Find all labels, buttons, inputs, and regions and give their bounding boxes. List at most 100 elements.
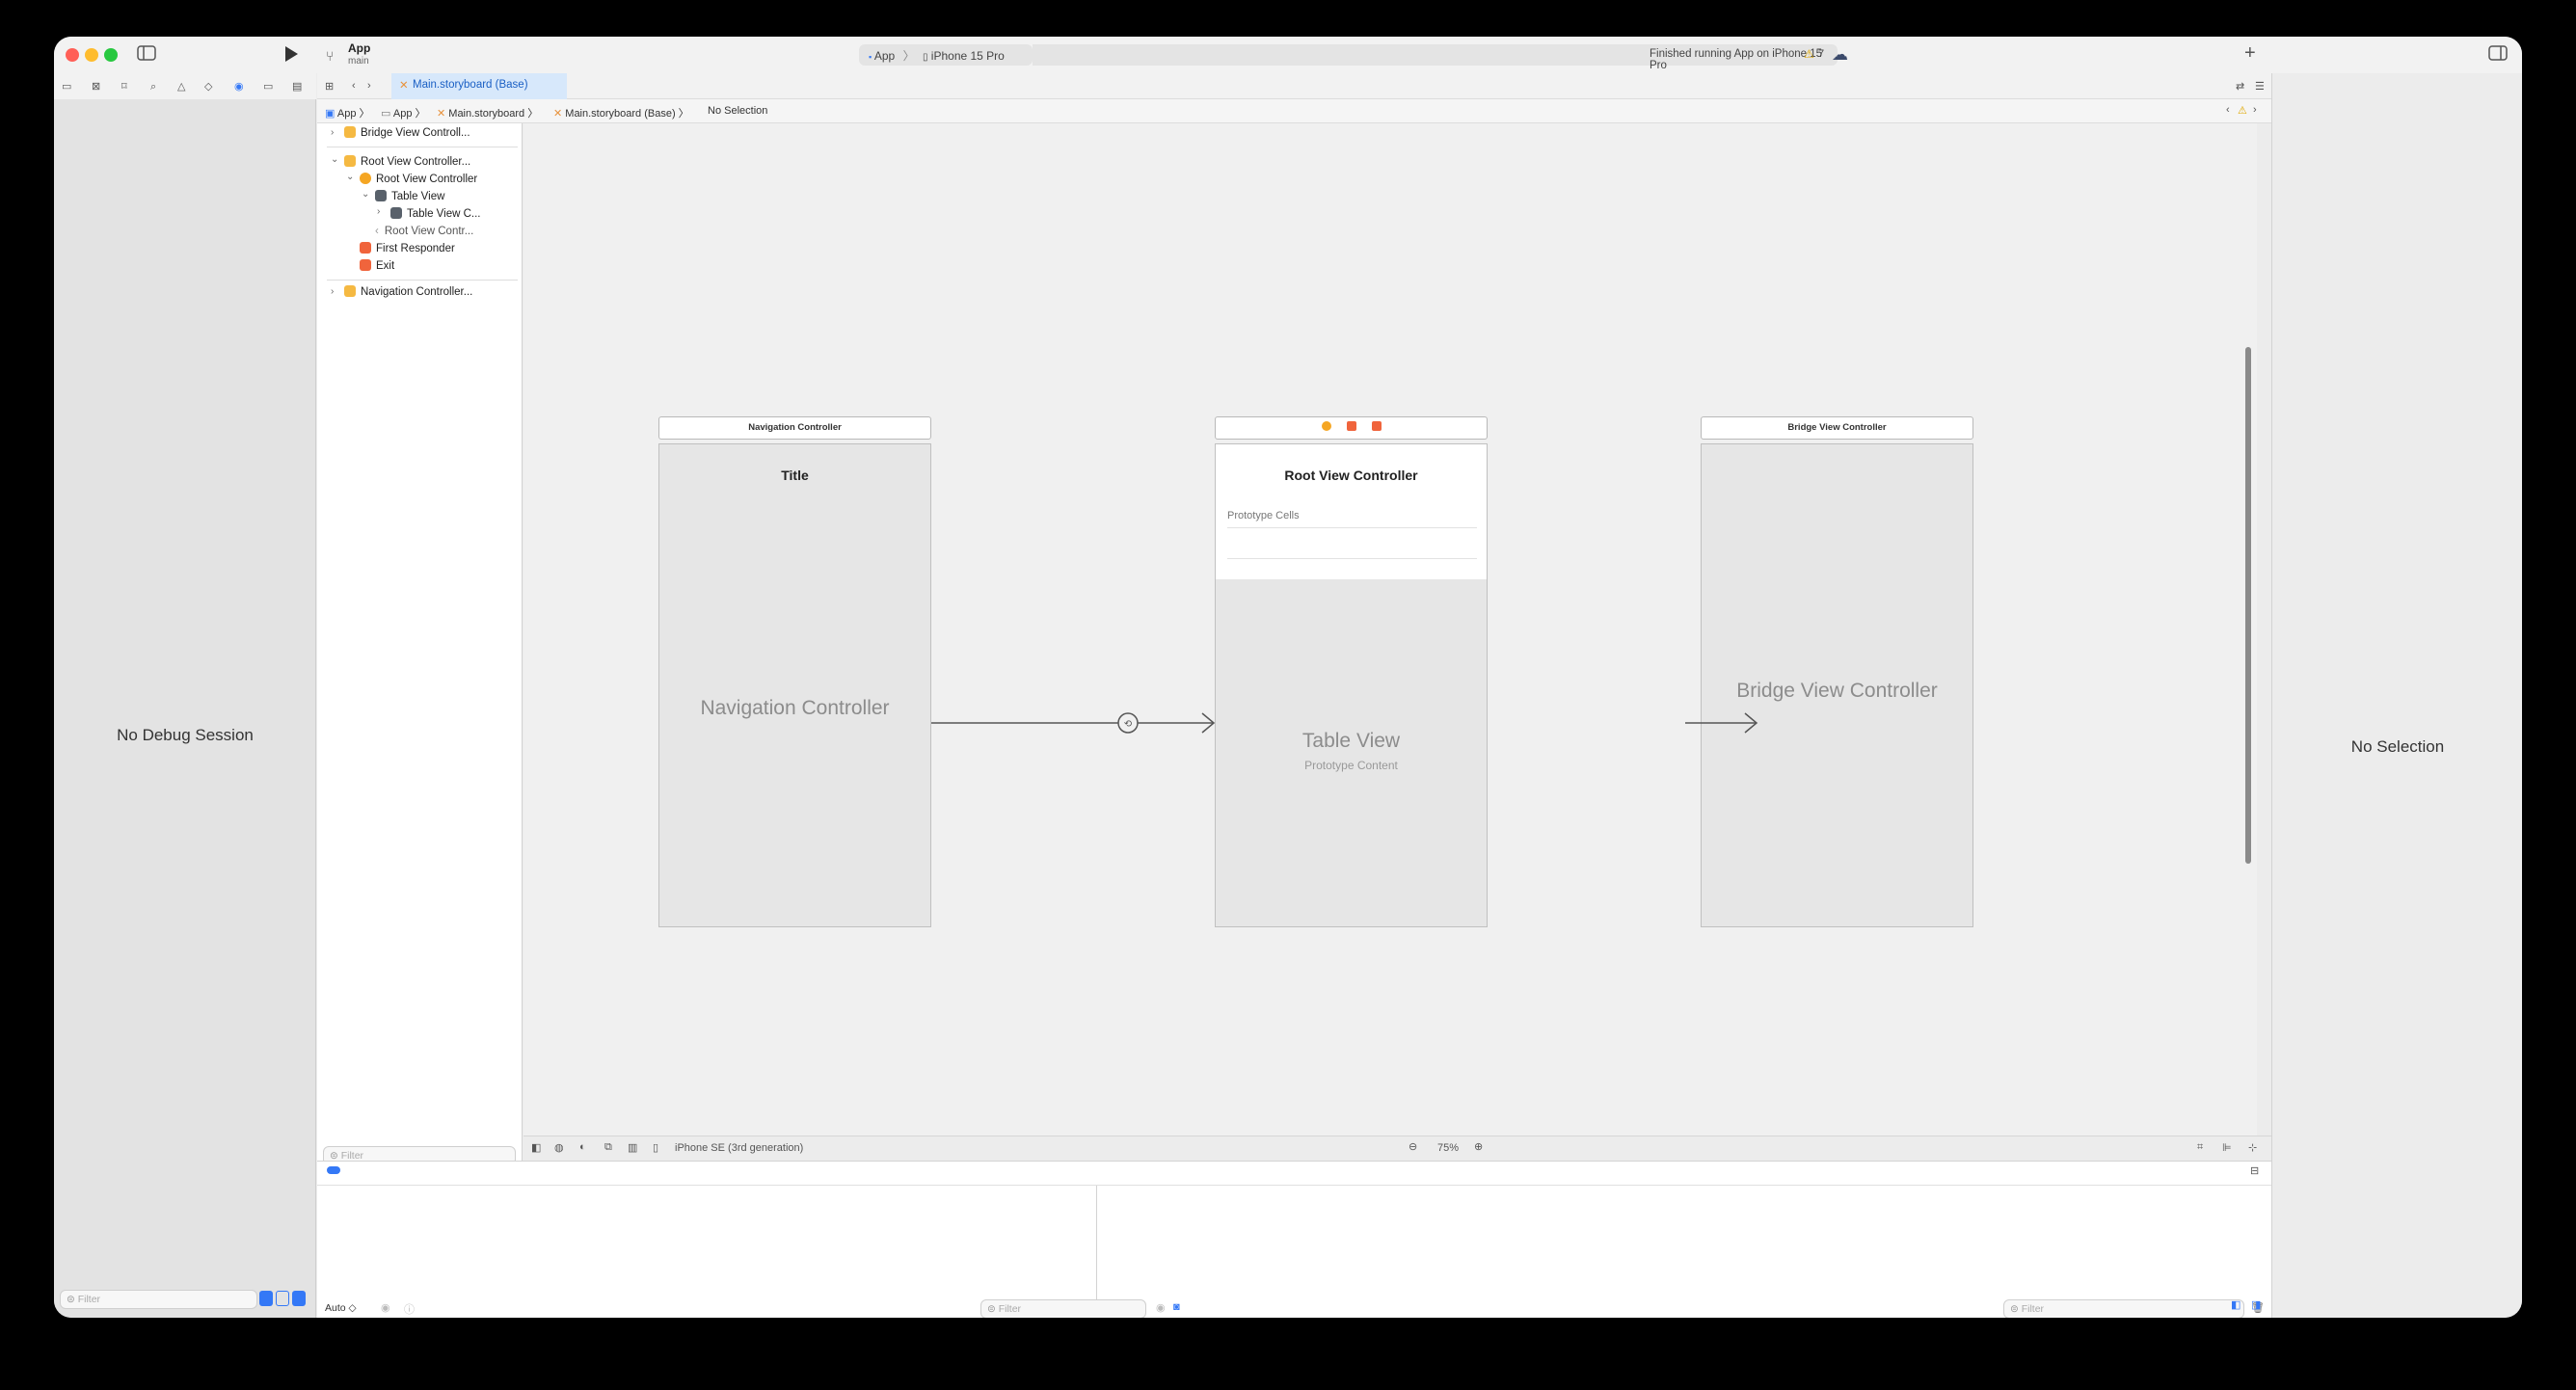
- breakpoint-icon[interactable]: ▭: [263, 77, 273, 96]
- show-variables-icon[interactable]: ◧: [2231, 1298, 2241, 1311]
- table-view-icon: [375, 190, 387, 201]
- chevron-down-icon[interactable]: ⌄: [346, 172, 354, 182]
- appearance-icon[interactable]: ◍: [554, 1141, 564, 1154]
- project-name: App: [348, 41, 371, 55]
- add-constraints-icon[interactable]: ⊹: [2248, 1141, 2257, 1154]
- device-icon[interactable]: ▯: [653, 1141, 658, 1154]
- outline-row-first-responder[interactable]: First Responder: [360, 240, 455, 257]
- outline-row-root-controller[interactable]: Root View Controller: [360, 171, 477, 188]
- warning-icon[interactable]: ⚠: [1804, 47, 1814, 61]
- align-icon[interactable]: ⊫: [2222, 1141, 2232, 1154]
- relationship-segue[interactable]: ⟲: [931, 712, 1216, 734]
- vertical-scrollbar[interactable]: [2245, 347, 2251, 864]
- outline-toggle-icon[interactable]: ◧: [531, 1141, 541, 1154]
- close-window-button[interactable]: [66, 48, 79, 62]
- view-controller-icon: [360, 173, 371, 184]
- breadcrumb-item-selection[interactable]: No Selection: [708, 105, 767, 117]
- outline-row-back-link[interactable]: ‹ Root View Contr...: [375, 223, 473, 240]
- outline-row-table-view[interactable]: Table View: [375, 188, 444, 205]
- cloud-icon[interactable]: ☁: [1832, 45, 1848, 65]
- eye-icon[interactable]: ◉: [381, 1301, 390, 1314]
- filter-option-icon[interactable]: [259, 1291, 273, 1306]
- zoom-window-button[interactable]: [104, 48, 118, 62]
- chevron-down-icon[interactable]: ⌄: [362, 189, 369, 200]
- breadcrumb: ▣ App 〉 ▭ App 〉 ✕ Main.storyboard 〉 ✕ Ma…: [317, 99, 2271, 123]
- zoom-in-icon[interactable]: ⊕: [1474, 1140, 1483, 1153]
- previous-issue-icon[interactable]: ‹: [2226, 104, 2230, 116]
- chevron-right-icon[interactable]: ›: [331, 127, 334, 138]
- scheme-selector[interactable]: ▪ App 〉 ▯ iPhone 15 Pro: [859, 44, 1033, 66]
- variables-scope-selector[interactable]: Auto ◇: [325, 1302, 357, 1314]
- swap-icon[interactable]: ⇄: [2236, 77, 2244, 96]
- branch-icon: ⑂: [326, 48, 335, 64]
- related-items-icon[interactable]: ⊞: [325, 77, 334, 96]
- forward-icon[interactable]: ›: [367, 76, 371, 95]
- sidebar-toggle-icon[interactable]: [137, 45, 156, 66]
- inspector-toggle-icon[interactable]: [2488, 45, 2508, 66]
- dark-mode-icon[interactable]: ◐: [579, 1141, 586, 1153]
- breadcrumb-item-folder[interactable]: ▭ App 〉: [381, 105, 426, 120]
- source-control-icon[interactable]: ⊠: [92, 77, 100, 96]
- scene-icon: [344, 155, 356, 167]
- app-icon: ▪: [869, 52, 872, 62]
- no-selection-label: No Selection: [2350, 737, 2445, 756]
- variables-filter-input[interactable]: Filter: [980, 1299, 1146, 1318]
- editor-options-icon[interactable]: ☰: [2255, 77, 2265, 96]
- activity-status: Finished running App on iPhone 15 Pro ⚠ …: [1033, 44, 1838, 71]
- show-console-icon[interactable]: ◨: [2251, 1298, 2261, 1311]
- issue-warning-icon[interactable]: ⚠: [2238, 104, 2247, 117]
- navigator-selector-bar: ▭ ⊠ ⌑ ⌕ △ ◇ ◉ ▭ ▤: [54, 73, 316, 99]
- folder-icon[interactable]: ▭: [62, 77, 71, 96]
- orientation-icon[interactable]: ⧉: [604, 1141, 612, 1154]
- hide-debug-area-icon[interactable]: ⊟: [2250, 1164, 2259, 1177]
- destination-name: iPhone 15 Pro: [930, 49, 1005, 63]
- outline-row-bridge-scene[interactable]: Bridge View Controll...: [344, 124, 470, 142]
- back-chevron-icon: ‹: [375, 226, 379, 237]
- chevron-right-icon[interactable]: ›: [331, 286, 334, 297]
- outline-row-nav-scene[interactable]: Navigation Controller...: [344, 283, 472, 301]
- inspector-pane: No Selection: [2271, 73, 2522, 1318]
- layout-icon[interactable]: ▥: [628, 1141, 637, 1154]
- chevron-down-icon[interactable]: ⌄: [331, 154, 338, 165]
- debug-navigator-icon[interactable]: ◉: [234, 77, 244, 96]
- next-issue-icon[interactable]: ›: [2253, 104, 2257, 116]
- filter-grid-icon[interactable]: [276, 1291, 289, 1306]
- console-filter-input[interactable]: Filter: [2003, 1299, 2244, 1318]
- outline-row-exit[interactable]: Exit: [360, 257, 394, 275]
- update-frames-icon[interactable]: ⌗: [2197, 1141, 2203, 1154]
- outline-row-table-view-cell[interactable]: Table View C...: [390, 205, 481, 223]
- zoom-out-icon[interactable]: ⊖: [1409, 1140, 1417, 1153]
- debug-filter-input[interactable]: Filter: [60, 1290, 257, 1309]
- scheme-name: App: [873, 49, 896, 63]
- warning-count: 7: [1818, 48, 1825, 60]
- report-icon[interactable]: ▤: [292, 77, 302, 96]
- document-outline: › Bridge View Controll... ⌄ Root View Co…: [317, 123, 523, 1203]
- svg-text:⟲: ⟲: [1124, 719, 1133, 730]
- find-icon[interactable]: ⌕: [150, 77, 156, 96]
- debug-navigator: No Debug Session Filter: [54, 99, 316, 1318]
- console-eye-icon[interactable]: ◉: [1156, 1301, 1166, 1314]
- first-responder-icon: [360, 242, 371, 254]
- breadcrumb-item-storyboard-base[interactable]: ✕ Main.storyboard (Base) 〉: [553, 105, 689, 120]
- issue-icon[interactable]: △: [177, 77, 185, 96]
- debug-area-divider[interactable]: [1096, 1186, 1097, 1318]
- breadcrumb-item-storyboard[interactable]: ✕ Main.storyboard 〉: [437, 105, 538, 120]
- tab-main-storyboard[interactable]: ✕ Main.storyboard (Base): [391, 73, 567, 99]
- test-icon[interactable]: ◇: [204, 77, 212, 96]
- run-button[interactable]: [283, 45, 299, 67]
- bookmark-icon[interactable]: ⌑: [121, 77, 127, 96]
- zoom-level[interactable]: 75%: [1437, 1142, 1459, 1154]
- add-button[interactable]: +: [2244, 43, 2256, 63]
- breadcrumb-item-project[interactable]: ▣ App 〉: [325, 105, 370, 120]
- minimize-window-button[interactable]: [85, 48, 98, 62]
- device-selector[interactable]: iPhone SE (3rd generation): [675, 1142, 803, 1154]
- filter-person-icon[interactable]: [292, 1291, 306, 1306]
- outline-row-root-scene[interactable]: Root View Controller...: [344, 153, 470, 171]
- chevron-right-icon[interactable]: ›: [377, 206, 380, 217]
- info-icon[interactable]: ⓘ: [404, 1301, 415, 1317]
- entry-point-arrow[interactable]: [1685, 712, 1758, 734]
- back-icon[interactable]: ‹: [352, 76, 356, 95]
- debug-bar-toggle-icon[interactable]: [327, 1166, 340, 1174]
- storyboard-canvas[interactable]: Navigation Controller Title Navigation C…: [523, 123, 2257, 1185]
- console-output-icon[interactable]: ◙: [1173, 1301, 1180, 1313]
